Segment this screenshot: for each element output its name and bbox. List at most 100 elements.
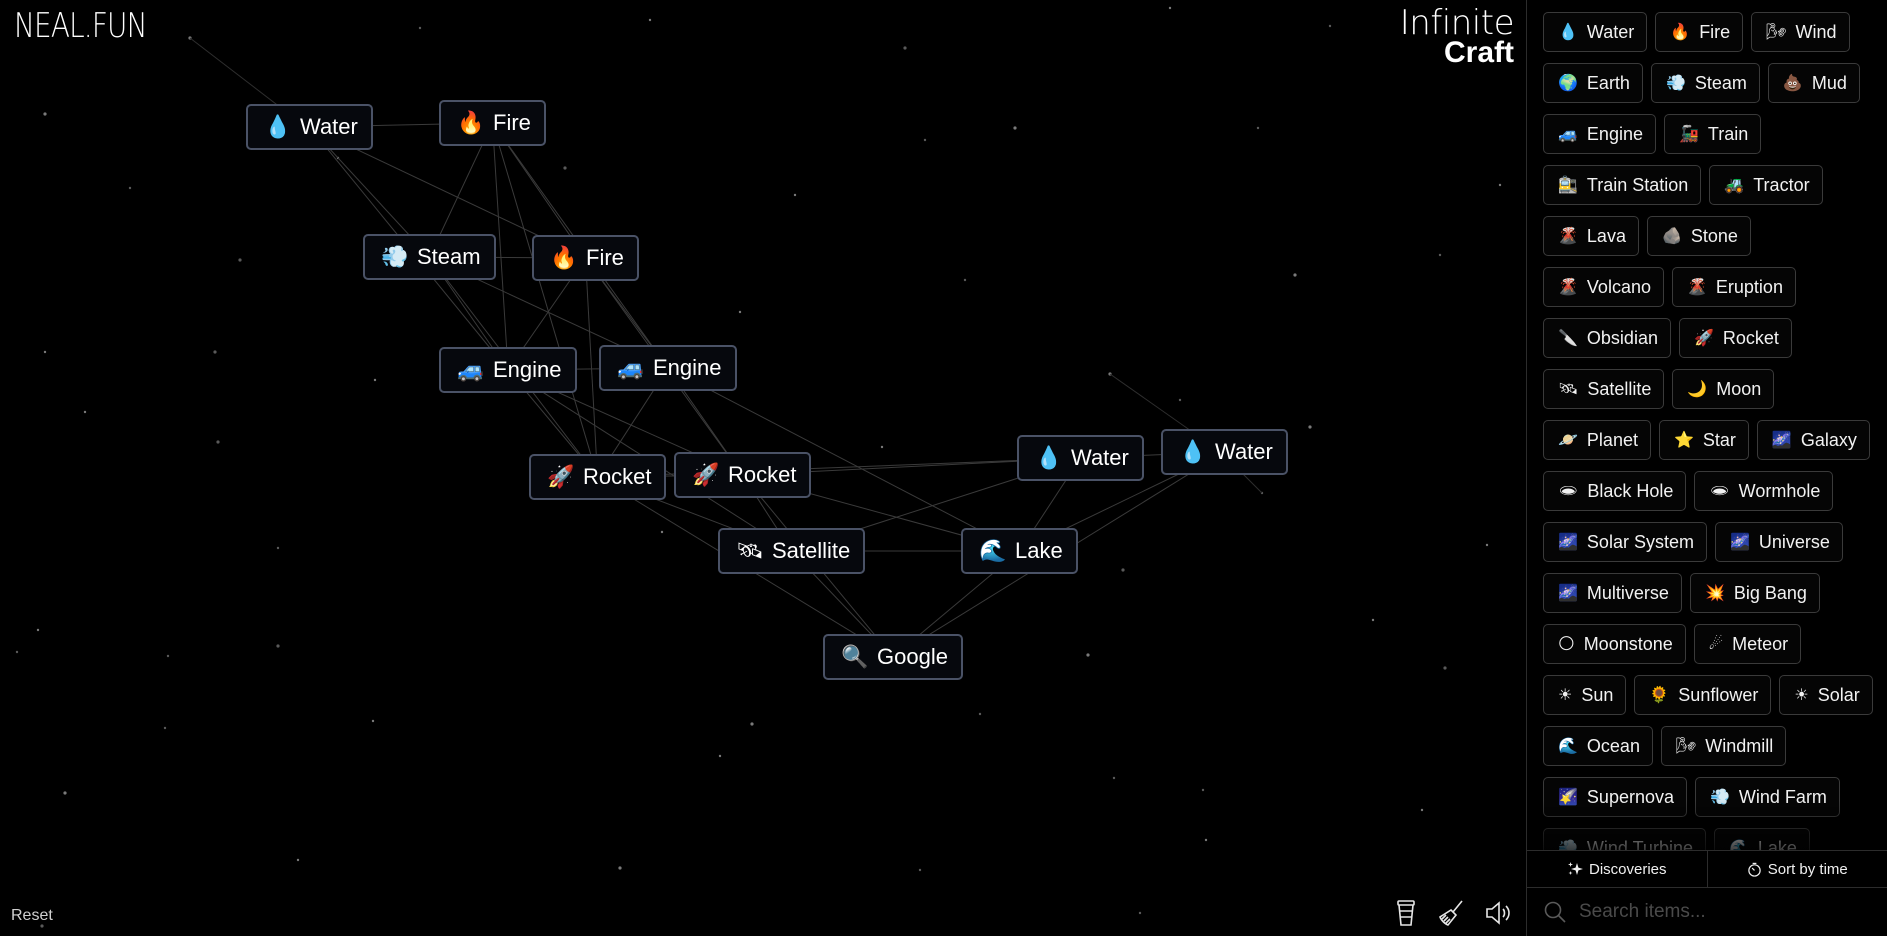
canvas-element-google[interactable]: 🔍 Google xyxy=(823,634,963,680)
sidebar-item-windmill[interactable]: 🌬 Windmill xyxy=(1660,726,1787,766)
item-emoji-icon: ⭐ xyxy=(1673,432,1694,449)
item-emoji-icon: 🌬 xyxy=(1766,24,1787,41)
sidebar-item-wind-turbine[interactable]: 💨 Wind Turbine xyxy=(1543,828,1706,850)
sidebar-item-galaxy[interactable]: 🌌 Galaxy xyxy=(1756,420,1870,460)
element-label: Water xyxy=(1071,445,1129,470)
item-emoji-icon: 💨 xyxy=(1665,75,1686,92)
connection-line xyxy=(597,457,1081,478)
sort-by-time-tab[interactable]: Sort by time xyxy=(1706,851,1887,887)
search-bar xyxy=(1527,887,1887,936)
sidebar-item-sunflower[interactable]: 🌻 Sunflower xyxy=(1634,675,1772,715)
sidebar-item-stone[interactable]: 🪨 Stone xyxy=(1646,216,1751,256)
sidebar-item-mud[interactable]: 💩 Mud xyxy=(1767,63,1860,103)
rocket-icon: 🚀 xyxy=(692,462,720,487)
item-label: Engine xyxy=(1586,123,1643,144)
sidebar-item-lava[interactable]: 🌋 Lava xyxy=(1543,216,1639,256)
item-label: Universe xyxy=(1758,531,1830,552)
sidebar-item-water[interactable]: 💧 Water xyxy=(1543,12,1648,52)
sidebar-item-earth[interactable]: 🌍 Earth xyxy=(1543,63,1643,103)
item-label: Wind Farm xyxy=(1738,786,1827,807)
sidebar-item-sun[interactable]: ☀ Sun xyxy=(1543,675,1627,715)
sidebar-item-solar-system[interactable]: 🌌 Solar System xyxy=(1543,522,1707,562)
canvas-element-rocket[interactable]: 🚀 Rocket xyxy=(674,452,812,498)
sidebar-item-wind-farm[interactable]: 💨 Wind Farm xyxy=(1695,777,1840,817)
sidebar-item-star[interactable]: ⭐ Star xyxy=(1658,420,1749,460)
item-emoji-icon: 🌍 xyxy=(1558,75,1578,92)
sidebar-item-train[interactable]: 🚂 Train xyxy=(1663,114,1762,154)
water-drop-icon: 💧 xyxy=(1035,445,1063,470)
sidebar-item-satellite[interactable]: 🛰 Satellite xyxy=(1543,369,1665,409)
item-label: Sun xyxy=(1581,684,1614,705)
item-emoji-icon: 🚜 xyxy=(1724,177,1745,194)
sidebar-item-moon[interactable]: 🌙 Moon xyxy=(1672,369,1775,409)
item-emoji-icon: 🌌 xyxy=(1558,534,1578,551)
element-label: Rocket xyxy=(728,462,797,487)
item-label: Moonstone xyxy=(1583,633,1673,654)
sidebar-tabs: Discoveries Sort by time xyxy=(1527,850,1887,888)
connection-line xyxy=(492,122,598,478)
craft-canvas[interactable]: NEAL.FUN Infinite Craft 💧 Water 🔥 Fire 💨… xyxy=(0,0,1526,936)
sidebar-item-train-station[interactable]: 🚉 Train Station xyxy=(1543,165,1702,205)
sidebar-item-supernova[interactable]: 🌠 Supernova xyxy=(1543,777,1687,817)
item-emoji-icon: 🚀 xyxy=(1693,330,1714,347)
canvas-element-steam[interactable]: 💨 Steam xyxy=(363,234,496,280)
sidebar: 💧 Water 🔥 Fire 🌬 Wind 🌍 Earth 💨 Steam 💩 Mud 🚙 Engine 🚂… xyxy=(1526,0,1887,936)
element-label: Rocket xyxy=(583,464,652,489)
sidebar-item-rocket[interactable]: 🚀 Rocket xyxy=(1678,318,1792,358)
discoveries-tab[interactable]: Discoveries xyxy=(1527,851,1707,887)
sidebar-item-multiverse[interactable]: 🌌 Multiverse xyxy=(1543,573,1682,613)
canvas-element-satellite[interactable]: 🛰 Satellite xyxy=(718,528,866,574)
item-emoji-icon: 🌬 xyxy=(1675,738,1697,755)
item-label: Ocean xyxy=(1586,735,1640,756)
sidebar-item-meteor[interactable]: ☄ Meteor xyxy=(1693,624,1802,664)
item-label: Stone xyxy=(1690,225,1738,246)
fire-icon: 🔥 xyxy=(550,245,578,270)
element-label: Fire xyxy=(586,245,624,270)
sort-label: Sort by time xyxy=(1767,860,1848,878)
sidebar-item-volcano[interactable]: 🌋 Volcano xyxy=(1543,267,1664,307)
canvas-element-fire[interactable]: 🔥 Fire xyxy=(439,100,546,146)
sidebar-item-wind[interactable]: 🌬 Wind xyxy=(1751,12,1850,52)
sidebar-item-black-hole[interactable]: 🕳 Black Hole xyxy=(1543,471,1687,511)
item-emoji-icon: 🚂 xyxy=(1678,126,1699,143)
search-input[interactable] xyxy=(1577,899,1881,924)
sidebar-item-planet[interactable]: 🪐 Planet xyxy=(1543,420,1651,460)
sidebar-item-steam[interactable]: 💨 Steam xyxy=(1650,63,1760,103)
sidebar-item-fire[interactable]: 🔥 Fire xyxy=(1655,12,1744,52)
element-label: Lake xyxy=(1015,538,1063,563)
sidebar-item-moonstone[interactable]: 🌕 Moonstone xyxy=(1543,624,1686,664)
canvas-element-water[interactable]: 💧 Water xyxy=(1161,429,1288,475)
canvas-element-engine[interactable]: 🚙 Engine xyxy=(439,347,577,393)
sidebar-item-ocean[interactable]: 🌊 Ocean xyxy=(1543,726,1653,766)
item-label: Solar System xyxy=(1586,531,1694,552)
item-emoji-icon: 🌋 xyxy=(1558,279,1578,296)
canvas-element-lake[interactable]: 🌊 Lake xyxy=(961,528,1078,574)
sidebar-item-engine[interactable]: 🚙 Engine xyxy=(1543,114,1656,154)
sidebar-item-tractor[interactable]: 🚜 Tractor xyxy=(1709,165,1823,205)
canvas-element-water[interactable]: 💧 Water xyxy=(246,104,373,150)
sidebar-item-wormhole[interactable]: 🕳 Wormhole xyxy=(1694,471,1834,511)
neal-fun-logo[interactable]: NEAL.FUN xyxy=(14,6,148,46)
sidebar-item-big-bang[interactable]: 💥 Big Bang xyxy=(1689,573,1820,613)
sidebar-item-obsidian[interactable]: 🔪 Obsidian xyxy=(1543,318,1671,358)
reset-button[interactable]: Reset xyxy=(11,907,53,925)
canvas-element-rocket[interactable]: 🚀 Rocket xyxy=(529,454,667,500)
item-emoji-icon: 🌋 xyxy=(1686,279,1707,296)
item-emoji-icon: 🌊 xyxy=(1728,840,1749,850)
sidebar-item-lake[interactable]: 🌊 Lake xyxy=(1713,828,1810,850)
sidebar-item-eruption[interactable]: 🌋 Eruption xyxy=(1671,267,1796,307)
item-label: Satellite xyxy=(1587,378,1652,399)
canvas-element-water[interactable]: 💧 Water xyxy=(1017,435,1144,481)
steam-icon: 💨 xyxy=(381,244,409,269)
canvas-element-engine[interactable]: 🚙 Engine xyxy=(599,345,737,391)
item-emoji-icon: 🌻 xyxy=(1649,687,1670,704)
item-emoji-icon: 🚙 xyxy=(1558,126,1578,143)
sidebar-item-universe[interactable]: 🌌 Universe xyxy=(1714,522,1843,562)
canvas-element-fire[interactable]: 🔥 Fire xyxy=(532,235,639,281)
sidebar-item-solar[interactable]: ☀ Solar xyxy=(1779,675,1873,715)
speaker-icon[interactable] xyxy=(1484,898,1512,928)
item-label: Obsidian xyxy=(1586,327,1658,348)
broom-icon[interactable] xyxy=(1438,898,1466,928)
items-list[interactable]: 💧 Water 🔥 Fire 🌬 Wind 🌍 Earth 💨 Steam 💩 Mud 🚙 Engine 🚂… xyxy=(1527,0,1887,850)
coffee-cup-icon[interactable] xyxy=(1392,898,1420,928)
